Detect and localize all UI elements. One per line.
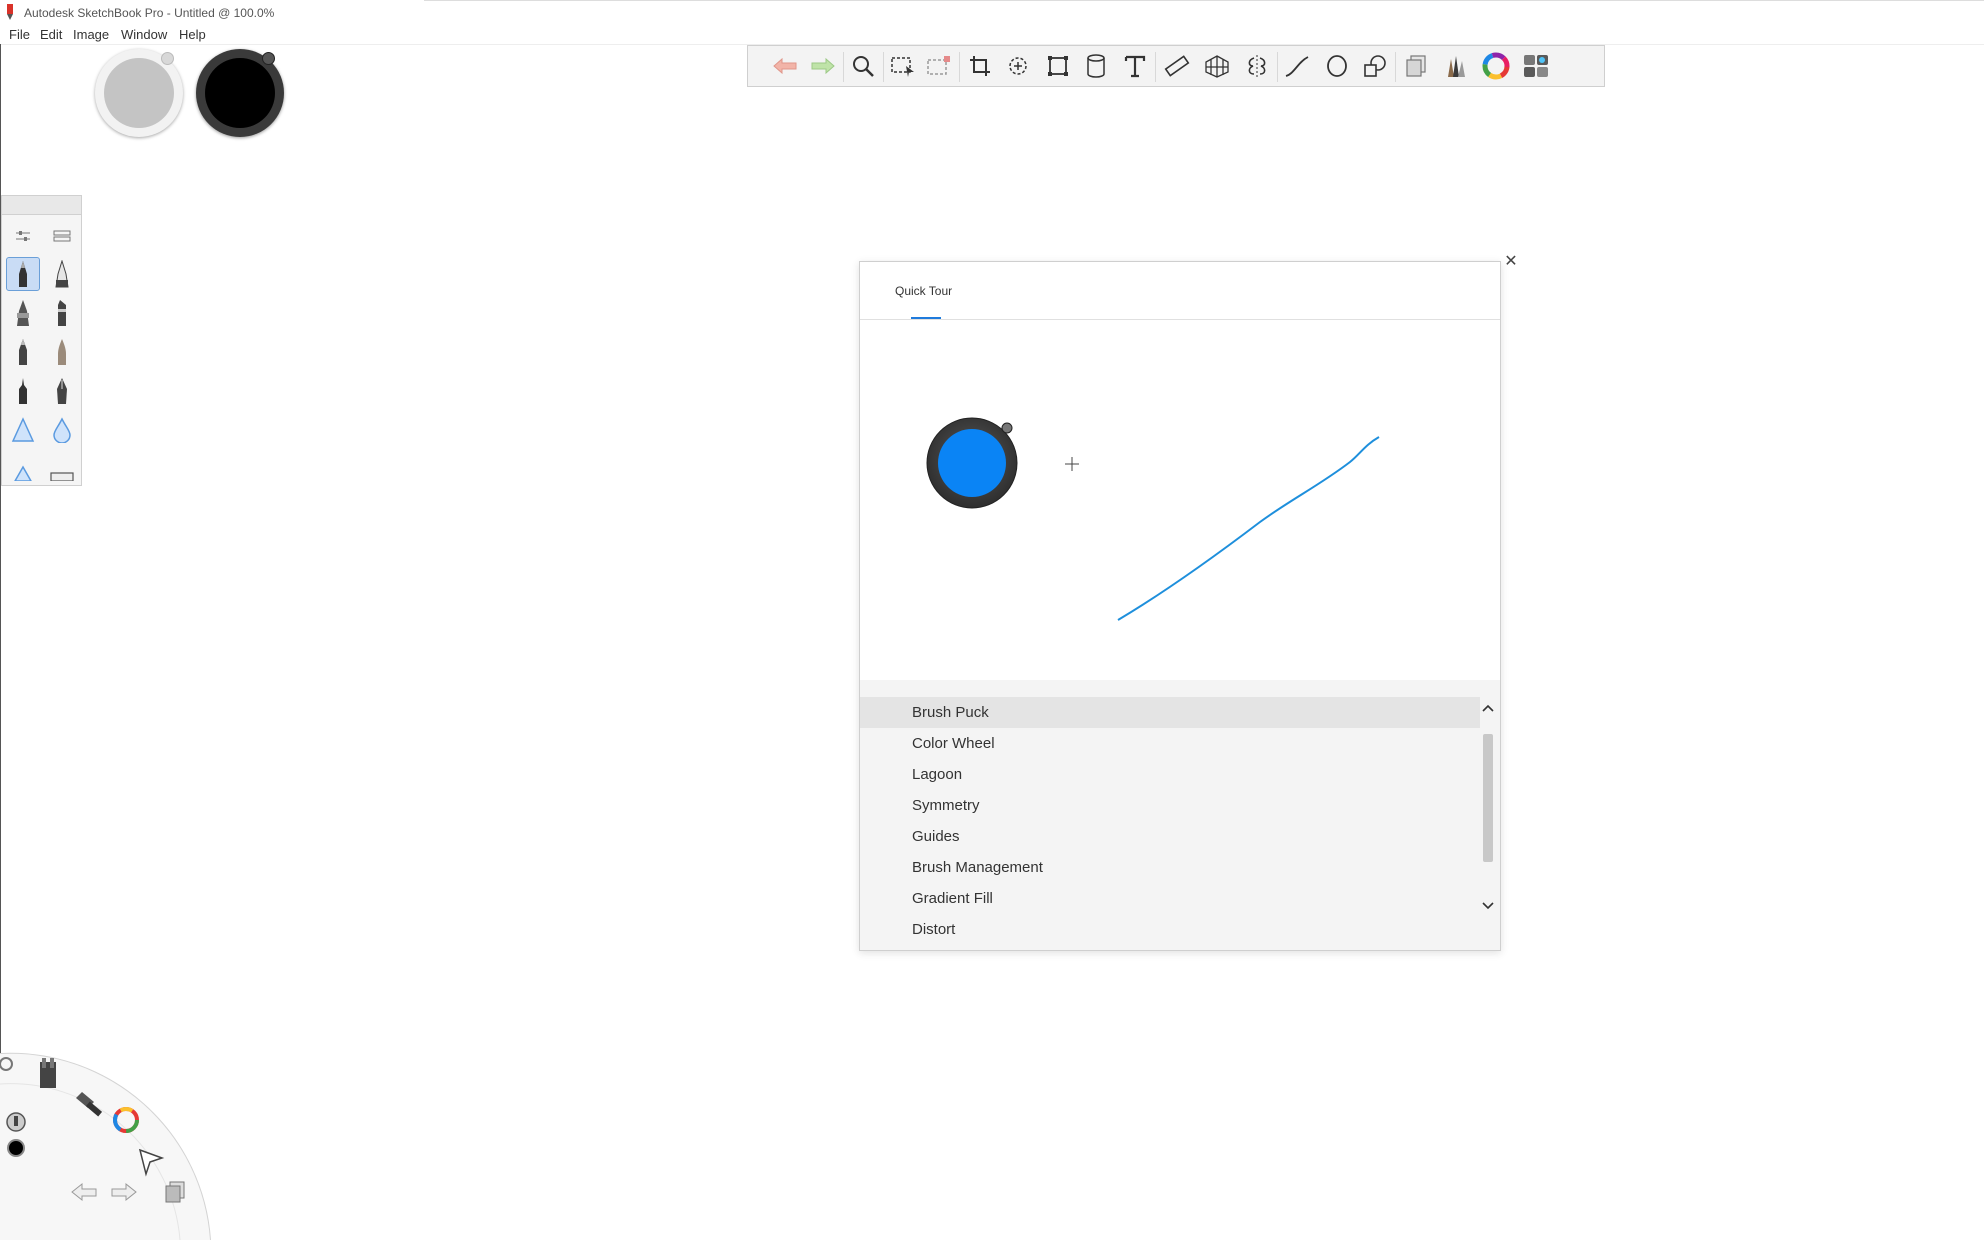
scroll-thumb[interactable] [1483, 734, 1493, 862]
color-puck-dark[interactable] [196, 49, 284, 137]
brush-library-icon[interactable] [1441, 51, 1471, 81]
menu-bar: File Edit Image Window Help [0, 26, 1984, 45]
lagoon-brush-puck-icon[interactable] [6, 1112, 26, 1132]
tour-item-brush-puck[interactable]: Brush Puck [860, 697, 1480, 728]
brush-properties-icon[interactable] [6, 219, 40, 253]
layers-icon[interactable] [1401, 51, 1431, 81]
zoom-icon[interactable] [848, 51, 878, 81]
lagoon-radial-menu [0, 1052, 211, 1240]
water-drop-icon[interactable] [45, 413, 79, 447]
curve-icon[interactable] [1282, 51, 1312, 81]
list-scrollbar[interactable] [1480, 698, 1496, 941]
tour-item-symmetry[interactable]: Symmetry [860, 790, 1480, 821]
lasso-select-icon[interactable] [924, 51, 954, 81]
puck-indicator-dot [262, 52, 275, 65]
fountain-pen-icon[interactable] [45, 374, 79, 408]
close-icon[interactable]: ✕ [1502, 253, 1520, 271]
menu-help[interactable]: Help [179, 27, 206, 42]
eraser-icon[interactable] [45, 452, 79, 485]
brush-palette [1, 195, 82, 486]
brush-puck-light[interactable] [95, 49, 183, 137]
chisel-marker-icon[interactable] [45, 296, 79, 330]
primary-color-swatch [104, 58, 174, 128]
technical-pen-icon[interactable] [6, 374, 40, 408]
crop-icon[interactable] [965, 51, 995, 81]
scroll-down-icon[interactable] [1480, 898, 1496, 914]
menu-file[interactable]: File [9, 27, 30, 42]
tour-item-gradient-fill[interactable]: Gradient Fill [860, 883, 1480, 914]
tour-topic-list: Brush Puck Color Wheel Lagoon Symmetry G… [860, 680, 1500, 950]
puck-indicator-dot [161, 52, 174, 65]
ruler-icon[interactable] [1162, 51, 1192, 81]
tour-item-color-wheel[interactable]: Color Wheel [860, 728, 1480, 759]
title-divider [424, 0, 1984, 1]
undo-icon[interactable] [770, 51, 800, 81]
color-wheel-icon[interactable] [1481, 51, 1511, 81]
distort-icon[interactable] [1081, 51, 1111, 81]
airbrush-icon[interactable] [6, 413, 40, 447]
shape-icon[interactable] [1360, 51, 1390, 81]
tour-item-guides[interactable]: Guides [860, 821, 1480, 852]
quick-selection-icon[interactable] [1004, 51, 1034, 81]
redo-icon[interactable] [808, 51, 838, 81]
quick-tour-dialog: Quick Tour Brush Puck Color Wheel Lagoon… [859, 261, 1501, 951]
tour-item-distort[interactable]: Distort [860, 914, 1480, 942]
title-bar: Autodesk SketchBook Pro - Untitled @ 100… [0, 0, 1984, 26]
select-icon[interactable] [888, 51, 918, 81]
pencil-brush-icon[interactable] [6, 257, 40, 291]
smudge-tool-icon[interactable] [6, 452, 40, 485]
scroll-up-icon[interactable] [1480, 700, 1496, 716]
menu-edit[interactable]: Edit [40, 27, 62, 42]
ellipse-icon[interactable] [1322, 51, 1352, 81]
copic-library-icon[interactable] [1521, 51, 1551, 81]
tab-quick-tour[interactable]: Quick Tour [895, 284, 952, 298]
main-toolbar [747, 45, 1605, 87]
sketchbook-app-icon [7, 4, 13, 20]
secondary-color-swatch [205, 58, 275, 128]
menu-image[interactable]: Image [73, 27, 109, 42]
tour-item-lagoon[interactable]: Lagoon [860, 759, 1480, 790]
paintbrush-icon[interactable] [45, 335, 79, 369]
tour-preview-animation [926, 417, 1380, 621]
ink-pen-brush-icon[interactable] [6, 296, 40, 330]
tour-item-brush-management[interactable]: Brush Management [860, 852, 1480, 883]
menu-window[interactable]: Window [121, 27, 167, 42]
window-title: Autodesk SketchBook Pro - Untitled @ 100… [24, 6, 275, 20]
lagoon-tools-icon[interactable] [40, 1058, 56, 1088]
transform-icon[interactable] [1043, 51, 1073, 81]
brush-library-list-icon[interactable] [45, 219, 79, 253]
perspective-icon[interactable] [1202, 51, 1232, 81]
fineliner-brush-icon[interactable] [6, 335, 40, 369]
symmetry-icon[interactable] [1242, 51, 1272, 81]
marker-brush-icon[interactable] [45, 257, 79, 291]
lagoon-color-puck-icon[interactable] [7, 1139, 25, 1157]
text-icon[interactable] [1120, 51, 1150, 81]
brush-palette-header[interactable] [2, 196, 81, 215]
